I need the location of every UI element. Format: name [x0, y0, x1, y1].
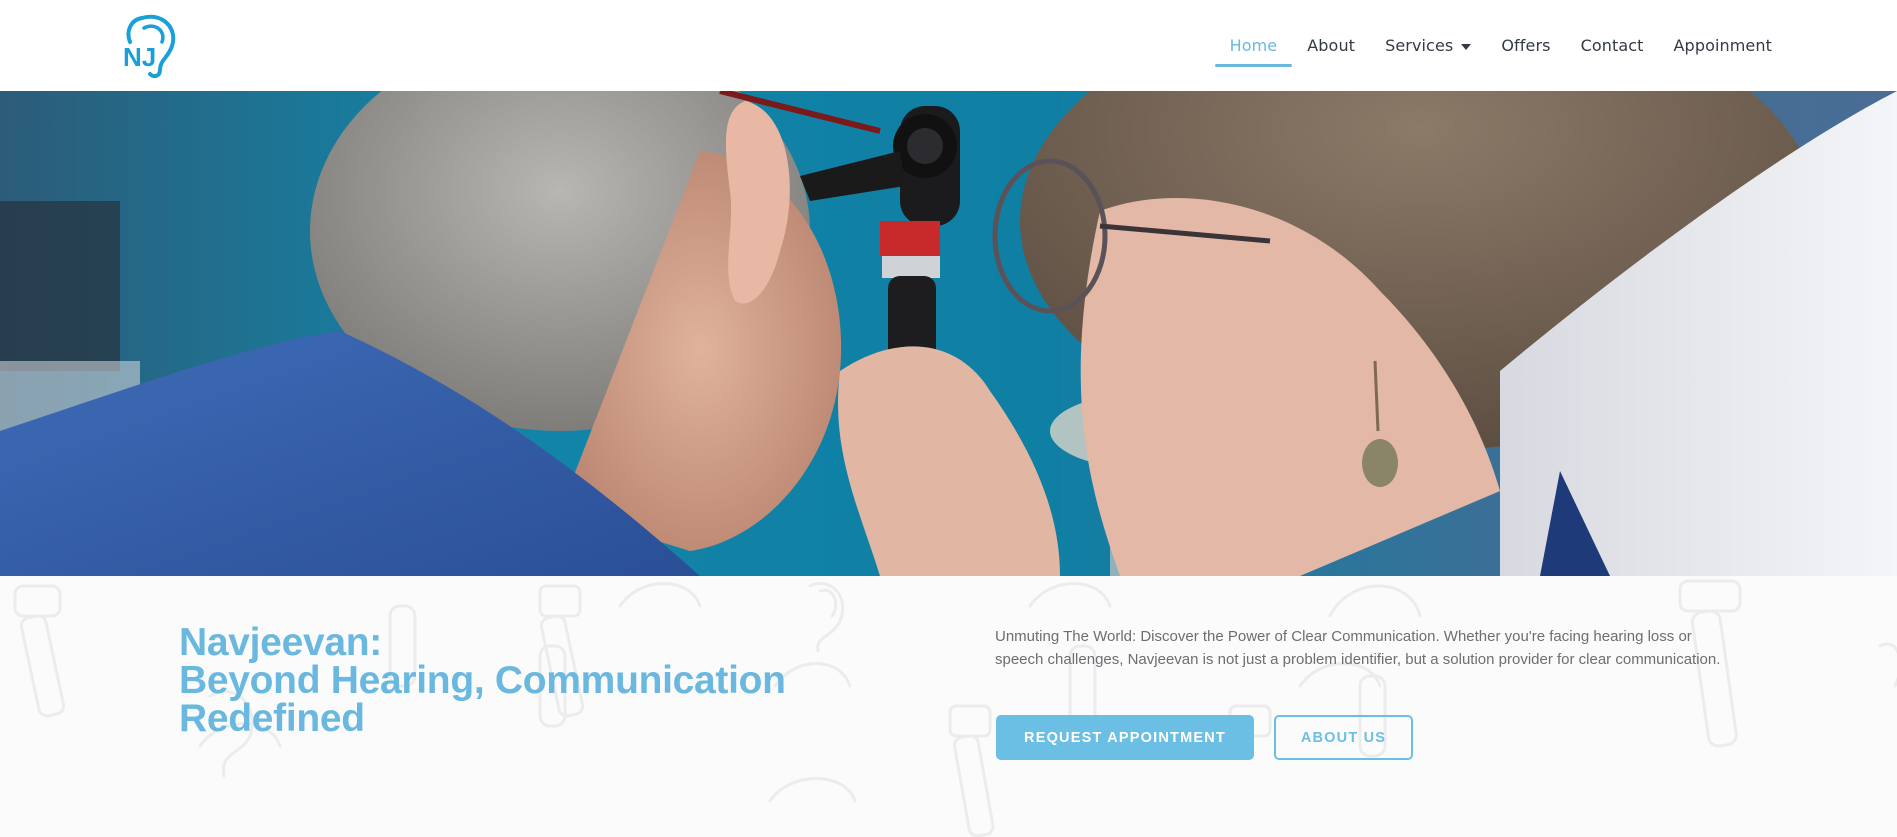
caret-down-icon: [1461, 43, 1472, 50]
nav-offers-label: Offers: [1501, 36, 1551, 55]
nav-appointment-label: Appoinment: [1673, 36, 1772, 55]
site-logo[interactable]: NJ: [120, 8, 180, 79]
headline-line-2: Beyond Hearing, Communication: [179, 659, 786, 702]
hero-illustration: [0, 91, 1897, 576]
nav-contact-label: Contact: [1580, 36, 1644, 55]
main-nav: Home About Services Offers Contact Appoi…: [1214, 0, 1787, 91]
intro-description: Unmuting The World: Discover the Power o…: [995, 628, 1721, 668]
active-underline: [1214, 64, 1293, 67]
nav-offers[interactable]: Offers: [1486, 0, 1565, 91]
nav-services[interactable]: Services: [1370, 0, 1486, 91]
request-appointment-button[interactable]: REQUEST APPOINTMENT: [996, 715, 1254, 760]
nav-appointment[interactable]: Appoinment: [1659, 0, 1787, 91]
intro-section: Navjeevan: Beyond Hearing, Communication…: [0, 576, 1897, 837]
nav-about[interactable]: About: [1292, 0, 1370, 91]
nav-about-label: About: [1307, 36, 1356, 55]
site-header: NJ Home About Services Offers Contact Ap…: [0, 0, 1897, 91]
hero-image: [0, 91, 1897, 576]
nav-home[interactable]: Home: [1214, 0, 1293, 91]
nav-services-label: Services: [1385, 36, 1454, 55]
headline-line-3: Redefined: [179, 697, 365, 740]
otoscope-outline-icon: [13, 584, 66, 718]
nav-contact[interactable]: Contact: [1566, 0, 1659, 91]
hero-headline: Navjeevan: Beyond Hearing, Communication…: [179, 621, 879, 740]
nav-home-label: Home: [1229, 36, 1278, 55]
about-us-button[interactable]: ABOUT US: [1274, 715, 1413, 760]
ear-logo-icon: NJ: [123, 14, 176, 79]
logo-text: NJ: [123, 42, 156, 72]
headline-line-1: Navjeevan:: [179, 621, 382, 664]
